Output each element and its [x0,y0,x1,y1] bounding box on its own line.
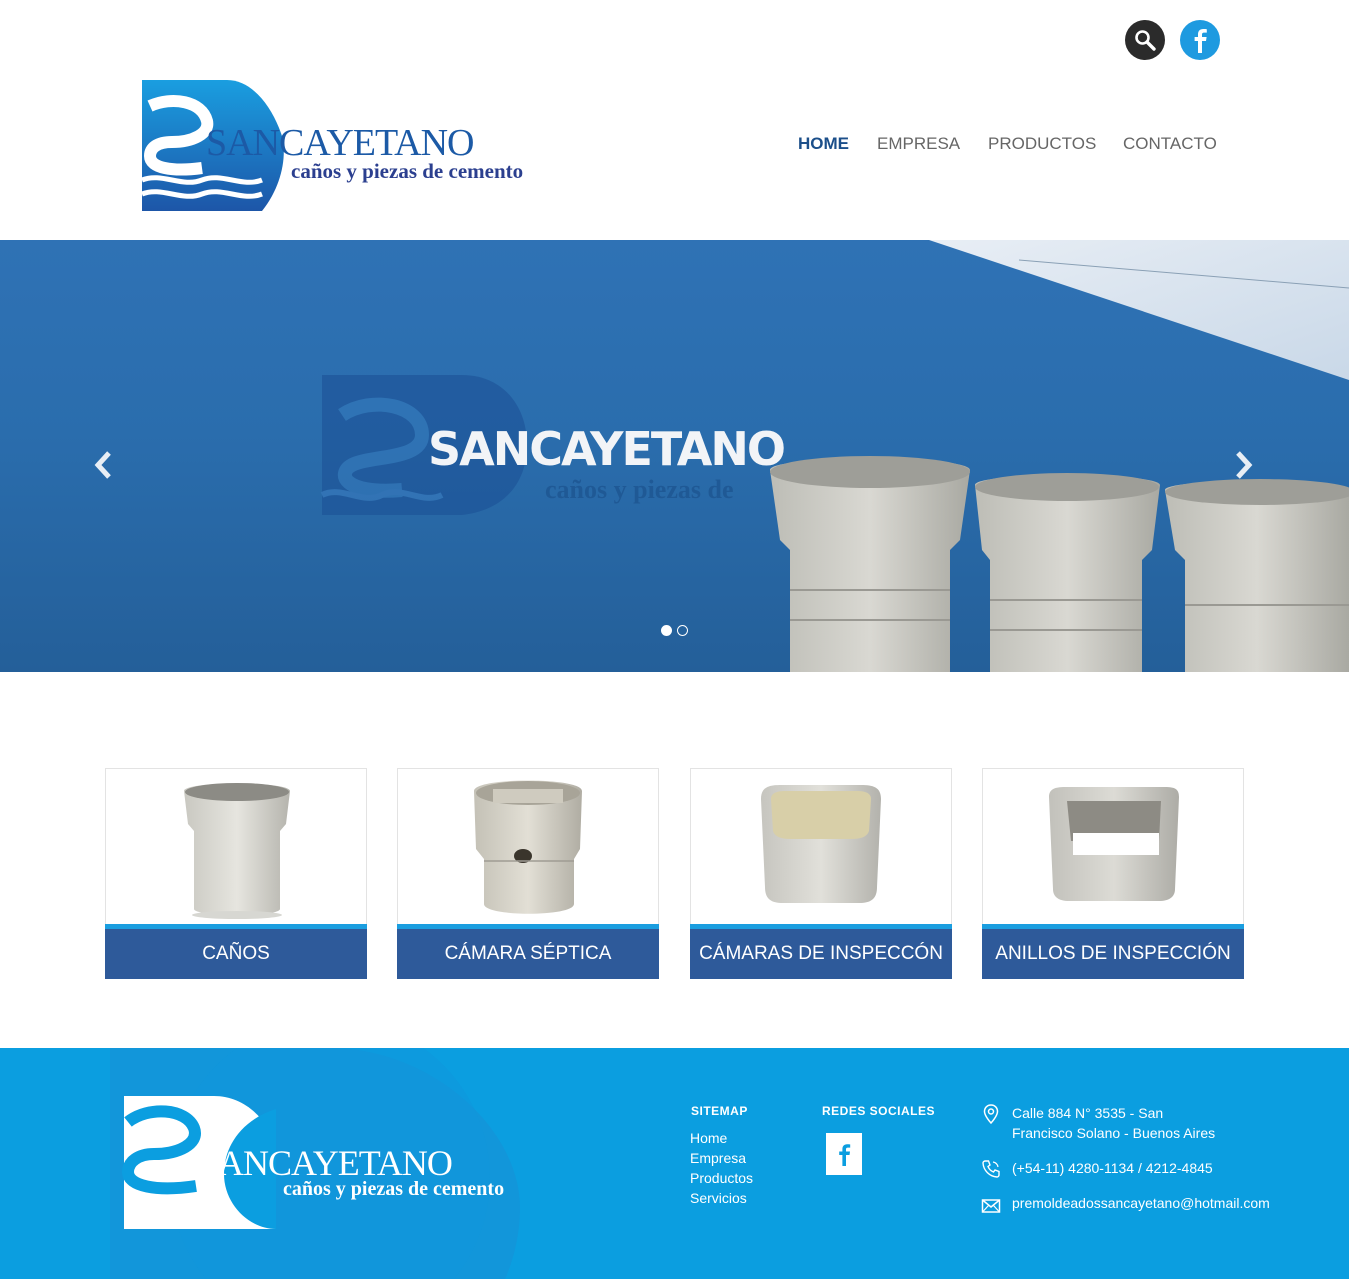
product-card-canos[interactable]: CAÑOS [105,768,367,979]
footer-address-line1: Calle 884 N° 3535 - San [1012,1105,1164,1121]
chevron-right-icon [1236,451,1253,479]
product-label: CAÑOS [105,929,367,979]
product-label: CÁMARA SÉPTICA [397,929,659,979]
footer-email[interactable]: premoldeadossancayetano@hotmail.com [1012,1193,1270,1213]
product-image [761,785,881,903]
slider-dot-1[interactable] [661,625,672,636]
facebook-button[interactable] [1180,20,1220,60]
facebook-icon [839,1144,851,1166]
concrete-pipes-photo [770,456,1349,672]
chevron-left-icon [94,451,111,479]
sitemap-heading: SITEMAP [691,1104,748,1118]
facebook-icon [1194,29,1207,53]
search-icon [1135,30,1156,51]
product-card-camaras-inspeccion[interactable]: CÁMARAS DE INSPECCÓN [690,768,952,979]
product-image [474,780,582,914]
footer-link-empresa[interactable]: Empresa [690,1150,746,1166]
product-image [184,783,290,919]
product-image [1049,787,1179,901]
sky-corner [929,240,1349,380]
nav-empresa[interactable]: EMPRESA [877,134,960,154]
sign-tagline: caños y piezas de [545,475,734,504]
slider-next-button[interactable] [1229,445,1259,485]
product-label: ANILLOS DE INSPECCIÓN [982,929,1244,979]
logo-tagline: caños y piezas de cemento [291,159,524,183]
sign-name: SANCAYETANO [428,422,786,476]
location-pin-icon [983,1104,999,1124]
page: SANCAYETANO caños y piezas de cemento HO… [0,0,1349,1279]
footer-link-productos[interactable]: Productos [690,1170,753,1186]
site-footer: SANCAYETANO caños y piezas de cemento SI… [0,1048,1349,1279]
search-button[interactable] [1125,20,1165,60]
social-heading: REDES SOCIALES [822,1104,936,1118]
footer-facebook-button[interactable] [826,1133,862,1175]
nav-productos[interactable]: PRODUCTOS [988,134,1096,154]
product-label: CÁMARAS DE INSPECCÓN [690,929,952,979]
product-card-camara-septica[interactable]: CÁMARA SÉPTICA [397,768,659,979]
slider-prev-button[interactable] [88,445,118,485]
product-card-anillos-inspeccion[interactable]: ANILLOS DE INSPECCIÓN [982,768,1244,979]
hero-slider[interactable]: SANCAYETANO caños y piezas de [0,240,1349,672]
site-header: SANCAYETANO caños y piezas de cemento HO… [0,0,1349,240]
phone-icon [982,1160,1000,1178]
footer-phone: (+54-11) 4280-1134 / 4212-4845 [1012,1160,1213,1176]
footer-logo-tagline: caños y piezas de cemento [283,1178,505,1200]
nav-contacto[interactable]: CONTACTO [1123,134,1217,154]
slider-dot-2[interactable] [677,625,688,636]
footer-address-line2: Francisco Solano - Buenos Aires [1012,1125,1216,1141]
nav-home[interactable]: HOME [798,134,849,154]
footer-link-servicios[interactable]: Servicios [690,1190,747,1206]
email-envelope-icon [981,1199,1001,1213]
footer-link-home[interactable]: Home [690,1130,727,1146]
